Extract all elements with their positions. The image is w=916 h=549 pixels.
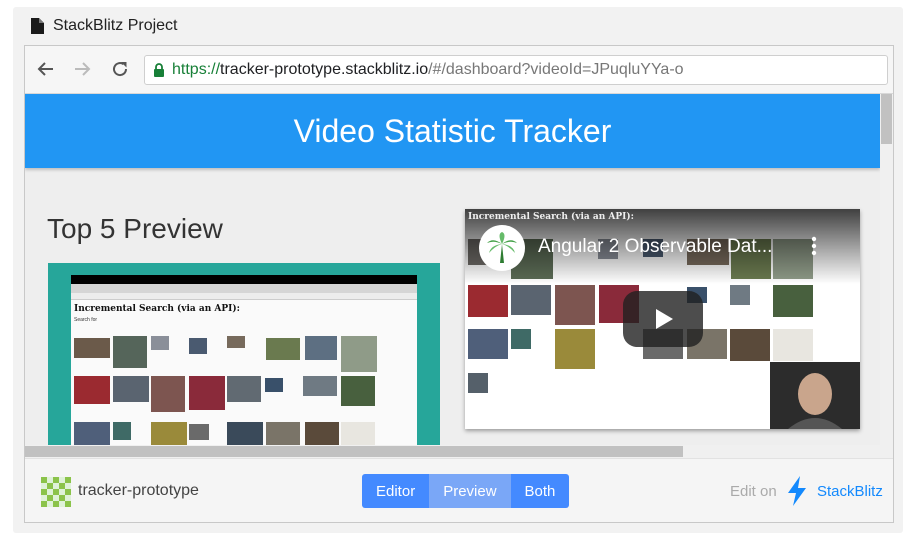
photo-thumbnail — [303, 376, 337, 396]
reload-button[interactable] — [109, 58, 131, 80]
channel-avatar[interactable] — [479, 225, 525, 271]
video-frame-thumbnail — [468, 285, 508, 317]
video-frame-thumbnail — [555, 285, 595, 325]
photo-thumbnail — [305, 336, 337, 360]
url-host: tracker-prototype.stackblitz.io — [220, 61, 429, 78]
back-button[interactable] — [35, 58, 57, 80]
video-player[interactable]: Incremental Search (via an API): Angular… — [465, 209, 860, 429]
photo-thumbnail — [265, 378, 283, 392]
video-frame-thumbnail — [555, 329, 595, 369]
photo-thumbnail — [74, 376, 110, 404]
mock-heading: Incremental Search (via an API): — [74, 304, 240, 314]
embed-frame: StackBlitz Project https:// tracker-prot… — [13, 7, 903, 533]
photo-thumbnail — [74, 338, 110, 358]
vertical-scrollbar[interactable] — [880, 94, 893, 458]
forward-button[interactable] — [71, 58, 93, 80]
both-view-button[interactable]: Both — [510, 474, 570, 508]
mock-tabs — [71, 284, 417, 293]
project-name[interactable]: tracker-prototype — [78, 482, 199, 500]
editor-view-button[interactable]: Editor — [362, 474, 430, 508]
presenter-face-icon — [788, 373, 842, 429]
photo-thumbnail — [189, 376, 225, 410]
preview-screenshot: Incremental Search (via an API): Search … — [71, 275, 417, 458]
photo-thumbnail — [113, 376, 149, 402]
video-page-heading: Incremental Search (via an API): — [468, 212, 634, 222]
video-frame-thumbnail — [511, 329, 531, 349]
photo-thumbnail — [341, 376, 375, 406]
preview-view-button[interactable]: Preview — [429, 474, 511, 508]
url-scheme: https:// — [172, 61, 221, 78]
lock-icon — [154, 63, 164, 77]
forward-arrow-icon — [75, 62, 91, 76]
browser-nav-bar: https://tracker-prototype.stackblitz.io /… — [25, 46, 893, 94]
app-title: Video Statistic Tracker — [293, 112, 612, 149]
video-title[interactable]: Angular 2 Observable Dat... — [538, 236, 772, 258]
photo-thumbnail — [227, 376, 261, 402]
webcam-overlay — [770, 362, 860, 429]
address-bar[interactable]: https://tracker-prototype.stackblitz.io /… — [144, 55, 888, 85]
url-path: /#/dashboard?videoId=JPuqluYYa-o — [428, 61, 684, 78]
photo-thumbnail — [227, 336, 245, 348]
photo-thumbnail — [341, 336, 377, 372]
view-toggle: Editor Preview Both — [362, 474, 570, 508]
horizontal-scrollbar[interactable] — [25, 445, 880, 458]
mock-address-bar — [71, 293, 417, 300]
vertical-scroll-thumb[interactable] — [881, 94, 892, 144]
video-frame-thumbnail — [730, 329, 770, 361]
page-viewport[interactable]: Video Statistic Tracker Top 5 Preview In… — [25, 94, 893, 458]
embed-footer: tracker-prototype Editor Preview Both Ed… — [25, 458, 893, 522]
project-logo-icon — [41, 477, 71, 507]
horizontal-scroll-thumb[interactable] — [25, 446, 683, 457]
photo-thumbnail — [266, 338, 300, 360]
reload-icon — [113, 62, 128, 77]
edit-on-label: Edit on — [730, 483, 777, 500]
photo-thumbnail — [113, 422, 131, 440]
stackblitz-link[interactable]: StackBlitz — [817, 483, 883, 500]
more-vert-icon[interactable] — [810, 235, 818, 257]
photo-thumbnail — [189, 338, 207, 354]
play-button[interactable] — [623, 291, 703, 347]
video-frame-thumbnail — [511, 285, 551, 315]
mock-search-label: Search for — [74, 317, 98, 323]
play-icon — [656, 309, 673, 329]
lightning-bolt-icon[interactable] — [786, 476, 808, 506]
video-frame-thumbnail — [773, 329, 813, 361]
photo-thumbnail — [74, 422, 110, 446]
video-frame-thumbnail — [730, 285, 750, 305]
photo-thumbnail — [151, 376, 185, 412]
video-frame-thumbnail — [468, 373, 488, 393]
back-arrow-icon — [37, 62, 53, 76]
video-frame-thumbnail — [468, 329, 508, 359]
mock-page: Incremental Search (via an API): Search … — [71, 284, 417, 458]
channel-palm-icon — [487, 232, 517, 263]
photo-thumbnail — [113, 336, 147, 368]
top-preview-card[interactable]: Incremental Search (via an API): Search … — [48, 263, 440, 458]
photo-thumbnail — [189, 424, 209, 440]
file-icon — [31, 18, 44, 34]
title-bar: StackBlitz Project — [13, 7, 903, 45]
window-title: StackBlitz Project — [53, 17, 178, 34]
app-header: Video Statistic Tracker — [25, 94, 880, 168]
photo-thumbnail — [151, 336, 169, 350]
browser-window: https://tracker-prototype.stackblitz.io /… — [24, 45, 894, 523]
section-title: Top 5 Preview — [47, 213, 223, 244]
video-frame-thumbnail — [773, 285, 813, 317]
